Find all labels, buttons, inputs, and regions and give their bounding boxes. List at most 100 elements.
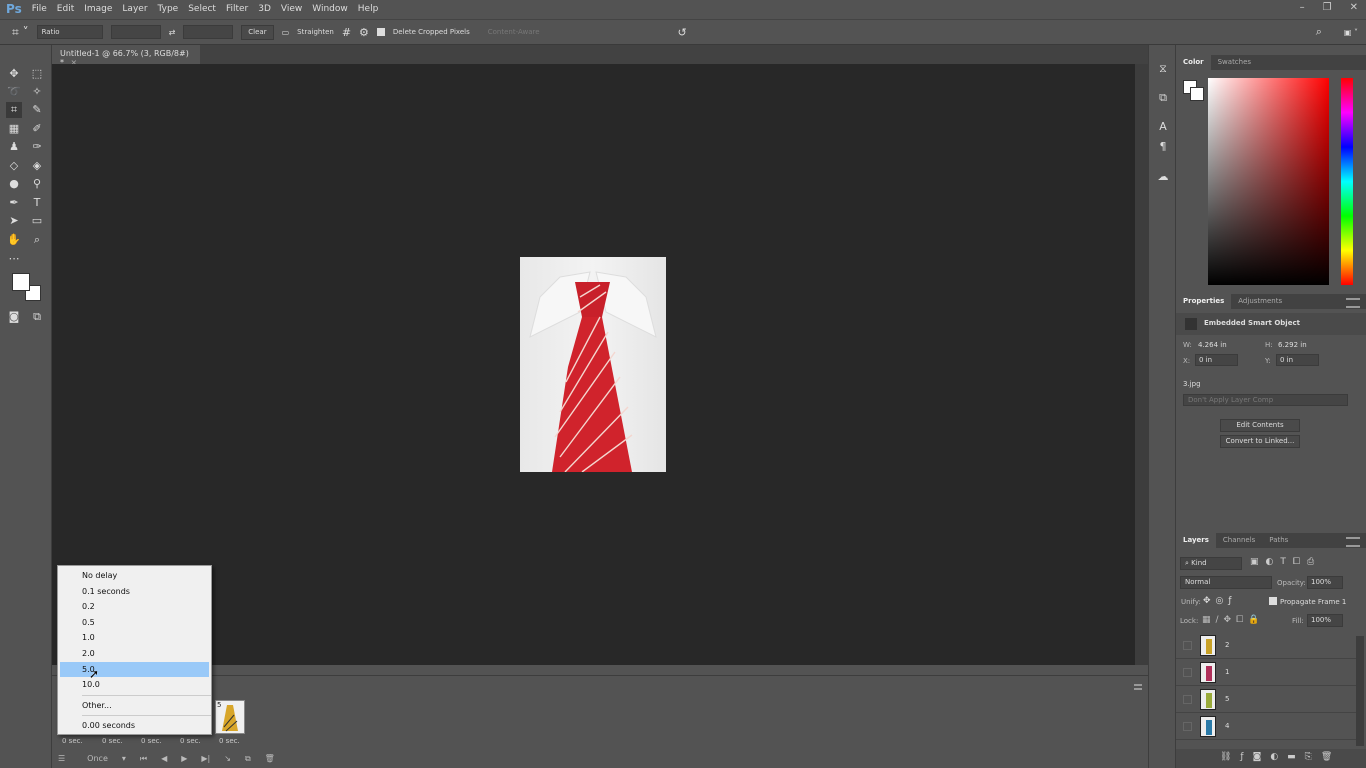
frame-delay-3[interactable]: 0 sec. [141,737,162,745]
background-color-swatch[interactable] [1190,87,1204,101]
edit-contents-button[interactable]: Edit Contents [1220,419,1300,432]
frame-delay-1[interactable]: 0 sec. [62,737,83,745]
screen-mode-icon[interactable]: ⧉ [29,309,45,325]
quick-mask-icon[interactable]: ◙ [6,309,22,325]
delay-option-other[interactable]: Other... [58,698,211,714]
first-frame-icon[interactable]: ⏮ [140,754,147,764]
frame-delay-5[interactable]: 0 sec. [219,737,240,745]
frame-delay-2[interactable]: 0 sec. [102,737,123,745]
hue-slider[interactable] [1341,78,1353,285]
blend-mode-select[interactable]: Normal [1180,576,1272,589]
y-input[interactable]: 0 in [1276,354,1319,366]
menu-view[interactable]: View [281,4,302,14]
layer-name[interactable]: 5 [1225,695,1229,703]
x-input[interactable]: 0 in [1195,354,1238,366]
foreground-color-swatch[interactable] [12,273,30,291]
delay-option-no-delay[interactable]: No delay [58,568,211,584]
delay-option-1.0[interactable]: 1.0 [58,630,211,646]
paint-bucket-icon[interactable]: ◈ [29,158,45,174]
opacity-input[interactable]: 100% [1307,576,1343,589]
menu-layer[interactable]: Layer [122,4,147,14]
visibility-toggle[interactable] [1183,722,1192,731]
fill-input[interactable]: 100% [1307,614,1343,627]
delay-option-10.0[interactable]: 10.0 [58,677,211,693]
layer-row[interactable]: 1 [1176,659,1356,686]
layer-filter-icons[interactable]: ▣◐T⧠⎙ [1250,557,1321,567]
healing-brush-icon[interactable]: ▦ [6,121,22,137]
rectangle-tool-icon[interactable]: ▭ [29,213,45,229]
eyedropper-icon[interactable]: ✎ [29,102,45,118]
panel-menu-icon[interactable] [1346,537,1360,547]
swap-icon[interactable]: ⇄ [169,28,176,37]
pen-tool-icon[interactable]: ✒ [6,195,22,211]
visibility-toggle[interactable] [1183,668,1192,677]
delay-option-2.0[interactable]: 2.0 [58,646,211,662]
unify-icons[interactable]: ✥◎ƒ [1203,596,1237,606]
layers-scrollbar[interactable] [1356,636,1364,746]
document-tab[interactable]: Untitled-1 @ 66.7% (3, RGB/8#) * × [52,45,200,67]
lock-icons[interactable]: ▦/✥⧠🔒 [1202,615,1264,625]
layer-name[interactable]: 2 [1225,641,1229,649]
character-panel-icon[interactable]: A [1155,119,1171,135]
hand-tool-icon[interactable]: ✋ [6,232,22,248]
straighten-icon[interactable]: ▭ [282,28,290,37]
delay-option-0.5[interactable]: 0.5 [58,615,211,631]
menu-edit[interactable]: Edit [57,4,74,14]
reset-icon[interactable]: ↺ [678,26,687,39]
more-tools-icon[interactable]: ⋯ [6,251,22,267]
history-brush-icon[interactable]: ✑ [29,139,45,155]
menu-window[interactable]: Window [312,4,348,14]
layer-name[interactable]: 4 [1225,722,1229,730]
marquee-tool-icon[interactable]: ⬚ [29,66,45,82]
convert-timeline-icon[interactable]: ☰ [58,754,65,763]
timeline-frame-5[interactable]: 5 [215,700,245,734]
panel-menu-icon[interactable] [1346,298,1360,308]
path-selection-icon[interactable]: ➤ [6,213,22,229]
layer-row[interactable]: 5 [1176,686,1356,713]
tab-paths[interactable]: Paths [1262,533,1295,548]
play-icon[interactable]: ▶ [181,754,187,763]
lasso-tool-icon[interactable]: ➰ [6,84,22,100]
history-panel-icon[interactable]: ⧖ [1155,61,1171,77]
width-input[interactable] [110,25,161,39]
straighten-label[interactable]: Straighten [297,28,334,36]
close-window-icon[interactable]: ✕ [1350,2,1358,13]
loop-select[interactable]: Once [87,754,108,763]
propagate-frame-checkbox[interactable] [1269,597,1277,605]
menu-help[interactable]: Help [358,4,379,14]
layer-row[interactable]: 4 [1176,713,1356,740]
dodge-tool-icon[interactable]: ⚲ [29,176,45,192]
delete-frame-icon[interactable]: 🗑 [265,754,275,763]
color-field[interactable] [1208,78,1329,285]
tab-properties[interactable]: Properties [1176,294,1232,309]
stamp-tool-icon[interactable]: ♟ [6,139,22,155]
duplicate-frame-icon[interactable]: ⧉ [245,754,251,764]
menu-filter[interactable]: Filter [226,4,248,14]
tab-swatches[interactable]: Swatches [1211,55,1258,70]
eraser-icon[interactable]: ◇ [6,158,22,174]
libraries-icon[interactable]: ☁ [1155,169,1171,185]
paragraph-panel-icon[interactable]: ¶ [1155,139,1171,155]
delay-option-0.1[interactable]: 0.1 seconds [58,584,211,600]
tween-icon[interactable]: ↘ [224,754,231,763]
delete-cropped-checkbox[interactable] [376,28,385,36]
layer-kind-filter[interactable]: ⌕ Kind [1180,557,1242,570]
loop-dropdown-icon[interactable]: ▾ [122,754,126,763]
timeline-menu-icon[interactable] [1134,684,1142,690]
next-frame-icon[interactable]: ▶| [201,754,210,763]
content-aware-label[interactable]: Content-Aware [488,28,540,36]
workspace-icon[interactable]: ▣ ˅ [1344,28,1358,37]
type-tool-icon[interactable]: T [29,195,45,211]
menu-image[interactable]: Image [84,4,112,14]
layer-name[interactable]: 1 [1225,668,1229,676]
layers-footer-icons[interactable]: ⛓ƒ◙◐▬⎘🗑 [1176,749,1366,768]
blur-tool-icon[interactable]: ● [6,176,22,192]
tab-channels[interactable]: Channels [1216,533,1262,548]
tool-presets-icon[interactable]: ⧉ [1155,90,1171,106]
move-tool-icon[interactable]: ✥ [6,66,22,82]
menu-select[interactable]: Select [188,4,216,14]
previous-frame-icon[interactable]: ◀ [161,754,167,763]
menu-type[interactable]: Type [158,4,179,14]
frame-delay-4[interactable]: 0 sec. [180,737,201,745]
height-input[interactable] [183,25,234,39]
